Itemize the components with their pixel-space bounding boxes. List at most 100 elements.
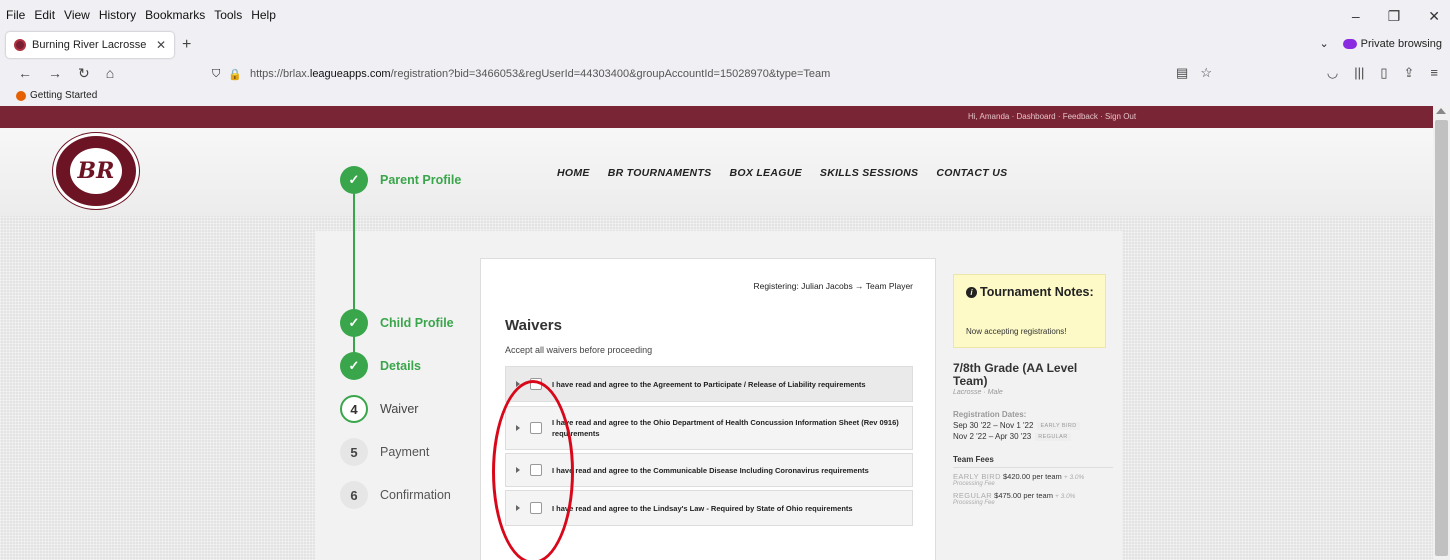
close-window-icon[interactable]: ✕: [1428, 8, 1440, 25]
step-parent-profile[interactable]: ✓ Parent Profile: [340, 166, 480, 194]
waiver-item-liability[interactable]: I have read and agree to the Agreement t…: [505, 366, 913, 402]
fee-row-early-bird: EARLY BIRD $420.00 per team + 3.0%: [953, 472, 1113, 481]
private-label: Private browsing: [1360, 37, 1442, 50]
fee-percent: + 3.0%: [1055, 493, 1076, 500]
date-row-early-bird: Sep 30 '22 – Nov 1 '22 EARLY BIRD: [953, 421, 1113, 430]
site-favicon-icon: [14, 39, 26, 51]
burning-river-logo[interactable]: BR: [53, 133, 139, 209]
private-browsing-indicator: Private browsing: [1342, 37, 1442, 50]
private-mask-icon: [1342, 38, 1357, 49]
waivers-subtitle: Accept all waivers before proceeding: [505, 345, 653, 355]
navigation-bar: ← → ↻ ⌂ ⛉ 🔒 https://brlax.leagueapps.com…: [0, 60, 1450, 88]
url-path: /registration?bid=3466053&regUserId=4430…: [390, 68, 831, 80]
fee-tier: REGULAR: [953, 491, 993, 500]
nav-contact-us[interactable]: CONTACT US: [936, 167, 1007, 179]
fee-note: Processing Fee: [953, 500, 995, 506]
site-header: BR HOME BR TOURNAMENTS BOX LEAGUE SKILLS…: [0, 128, 1433, 216]
step-label: Payment: [380, 445, 430, 459]
library-icon[interactable]: |||: [1354, 65, 1364, 81]
date-row-regular: Nov 2 '22 – Apr 30 '23 REGULAR: [953, 432, 1113, 441]
forward-icon[interactable]: →: [48, 65, 62, 82]
window-controls: – ❐ ✕: [1352, 8, 1440, 25]
program-subtitle: Lacrosse · Male: [953, 389, 1003, 396]
bookmark-getting-started[interactable]: Getting Started: [16, 90, 97, 101]
url-bar[interactable]: ⛉ 🔒 https://brlax.leagueapps.com/registr…: [206, 62, 1226, 86]
tab-title: Burning River Lacrosse : Program: [32, 39, 150, 51]
nav-box-league[interactable]: BOX LEAGUE: [729, 167, 801, 179]
fee-amount: $420.00 per team: [1003, 472, 1062, 481]
fee-amount: $475.00 per team: [994, 491, 1053, 500]
main-nav: HOME BR TOURNAMENTS BOX LEAGUE SKILLS SE…: [557, 167, 1007, 179]
browser-tab[interactable]: Burning River Lacrosse : Program ✕: [6, 32, 174, 58]
list-tabs-icon[interactable]: ⌄: [1319, 37, 1328, 50]
step-label: Waiver: [380, 402, 419, 416]
tab-bar: Burning River Lacrosse : Program ✕ + ⌄ P…: [0, 30, 1450, 60]
notes-title: i Tournament Notes:: [966, 285, 1096, 300]
menu-help[interactable]: Help: [251, 8, 276, 22]
progress-line: [353, 180, 355, 365]
url-text: https://brlax.leagueapps.com/registratio…: [250, 68, 830, 80]
shield-icon[interactable]: ⛉: [212, 68, 220, 81]
pocket-icon[interactable]: ◡: [1327, 65, 1338, 81]
back-icon[interactable]: ←: [18, 65, 32, 82]
step-label: Parent Profile: [380, 173, 462, 187]
waiver-text: I have read and agree to the Lindsay's L…: [552, 503, 853, 513]
date-range: Sep 30 '22 – Nov 1 '22: [953, 421, 1034, 430]
account-links[interactable]: Hi, Amanda · Dashboard · Feedback · Sign…: [968, 112, 1136, 121]
menu-edit[interactable]: Edit: [34, 8, 55, 22]
menu-view[interactable]: View: [64, 8, 90, 22]
fee-row-regular: REGULAR $475.00 per team + 3.0%: [953, 491, 1113, 500]
nav-br-tournaments[interactable]: BR TOURNAMENTS: [608, 167, 712, 179]
scroll-up-icon[interactable]: [1436, 108, 1446, 114]
menu-bookmarks[interactable]: Bookmarks: [145, 8, 205, 22]
sidebar-icon[interactable]: ▯: [1380, 65, 1387, 81]
notes-text: Now accepting registrations!: [966, 327, 1067, 336]
step-child-profile[interactable]: ✓ Child Profile: [340, 309, 480, 337]
tabbar-right: ⌄ Private browsing: [1319, 37, 1442, 51]
registering-info: Registering: Julian Jacobs → Team Player: [753, 281, 913, 291]
info-icon: i: [966, 287, 977, 298]
program-title: 7/8th Grade (AA Level Team): [953, 361, 1078, 388]
bookmark-star-icon[interactable]: ☆: [1200, 65, 1212, 81]
step-confirmation: 6 Confirmation: [340, 481, 480, 509]
hamburger-menu-icon[interactable]: ≡: [1430, 65, 1438, 81]
step-label: Child Profile: [380, 316, 454, 330]
program-summary: 7/8th Grade (AA Level Team) Lacrosse · M…: [953, 362, 1113, 506]
tab-close-icon[interactable]: ✕: [156, 38, 166, 52]
account-strip: Hi, Amanda · Dashboard · Feedback · Sign…: [0, 106, 1433, 128]
home-icon[interactable]: ⌂: [106, 65, 114, 82]
reader-view-icon[interactable]: ▤: [1176, 65, 1188, 81]
logo-inner: BR: [70, 148, 122, 194]
reload-icon[interactable]: ↻: [78, 65, 90, 82]
fee-tier: EARLY BIRD: [953, 472, 1001, 481]
step-details[interactable]: ✓ Details: [340, 352, 480, 380]
date-badge: REGULAR: [1035, 432, 1071, 441]
lock-icon[interactable]: 🔒: [228, 68, 242, 81]
toolbar-right: ◡ ||| ▯ ⇪ ≡: [1327, 65, 1438, 81]
fee-percent: + 3.0%: [1063, 474, 1085, 481]
nav-home[interactable]: HOME: [557, 167, 590, 179]
step-check-icon: ✓: [340, 352, 368, 380]
nav-buttons: ← → ↻ ⌂: [18, 65, 114, 82]
url-domain: leagueapps.com: [309, 68, 391, 80]
url-prefix: https://brlax.: [249, 68, 310, 80]
date-badge: EARLY BIRD: [1037, 421, 1080, 430]
scroll-thumb[interactable]: [1435, 120, 1448, 556]
menu-file[interactable]: File: [6, 8, 25, 22]
minimize-icon[interactable]: –: [1352, 8, 1360, 25]
annotation-ellipse: [492, 380, 574, 560]
waiver-text: I have read and agree to the Agreement t…: [552, 379, 866, 389]
nav-skills-sessions[interactable]: SKILLS SESSIONS: [820, 167, 918, 179]
date-range: Nov 2 '22 – Apr 30 '23: [953, 432, 1032, 441]
step-label: Details: [380, 359, 421, 373]
team-fees-label: Team Fees: [953, 455, 1113, 468]
menu-tools[interactable]: Tools: [214, 8, 242, 22]
menu-history[interactable]: History: [99, 8, 136, 22]
new-tab-icon[interactable]: +: [182, 36, 191, 54]
page-scrollbar[interactable]: [1433, 106, 1450, 560]
firefox-icon: [16, 90, 26, 101]
waivers-title: Waivers: [505, 317, 562, 334]
share-icon[interactable]: ⇪: [1404, 65, 1415, 81]
restore-icon[interactable]: ❐: [1388, 8, 1401, 25]
logo-mark: BR: [77, 158, 115, 184]
